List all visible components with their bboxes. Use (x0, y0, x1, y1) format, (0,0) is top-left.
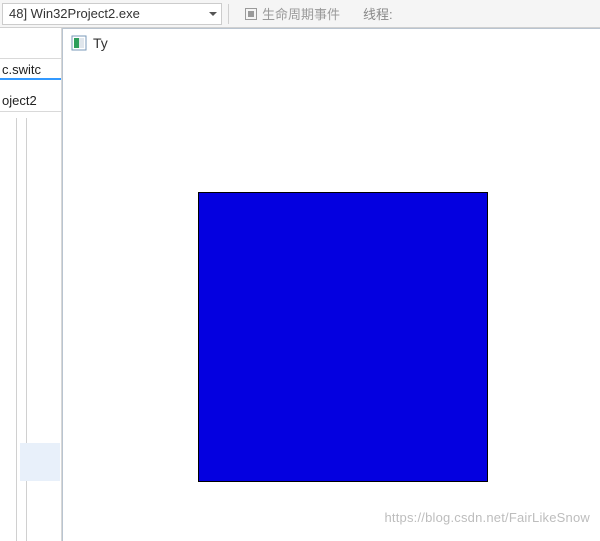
tree-line-icon (16, 118, 17, 541)
app-icon (71, 35, 87, 51)
tab-project[interactable]: oject2 (0, 90, 62, 112)
blue-rectangle (198, 192, 488, 482)
ide-left-panel: c.switc oject2 (0, 28, 62, 541)
tab-switch[interactable]: c.switc (0, 58, 62, 80)
tree-guides (10, 118, 50, 541)
lifecycle-events-label: 生命周期事件 (262, 4, 340, 23)
tab-project-label: oject2 (2, 93, 37, 108)
app-window: Ty https://blog.csdn.net/FairLikeSnow (62, 28, 600, 541)
thread-label: 线程: (353, 4, 393, 23)
window-title: Ty (93, 35, 108, 51)
lifecycle-icon (244, 7, 258, 21)
process-selector-text: 48] Win32Project2.exe (9, 6, 140, 21)
process-selector-combo[interactable]: 48] Win32Project2.exe (2, 3, 222, 25)
ide-toolbar: 48] Win32Project2.exe 生命周期事件 线程: (0, 0, 600, 28)
toolbar-divider (228, 4, 229, 24)
lifecycle-events-button[interactable]: 生命周期事件 (235, 3, 353, 25)
client-area: https://blog.csdn.net/FairLikeSnow (63, 57, 600, 541)
tab-switch-label: c.switc (2, 62, 41, 77)
tree-selection-highlight (20, 443, 60, 481)
title-bar[interactable]: Ty (63, 29, 600, 57)
watermark-text: https://blog.csdn.net/FairLikeSnow (384, 510, 590, 525)
chevron-down-icon (209, 12, 217, 16)
